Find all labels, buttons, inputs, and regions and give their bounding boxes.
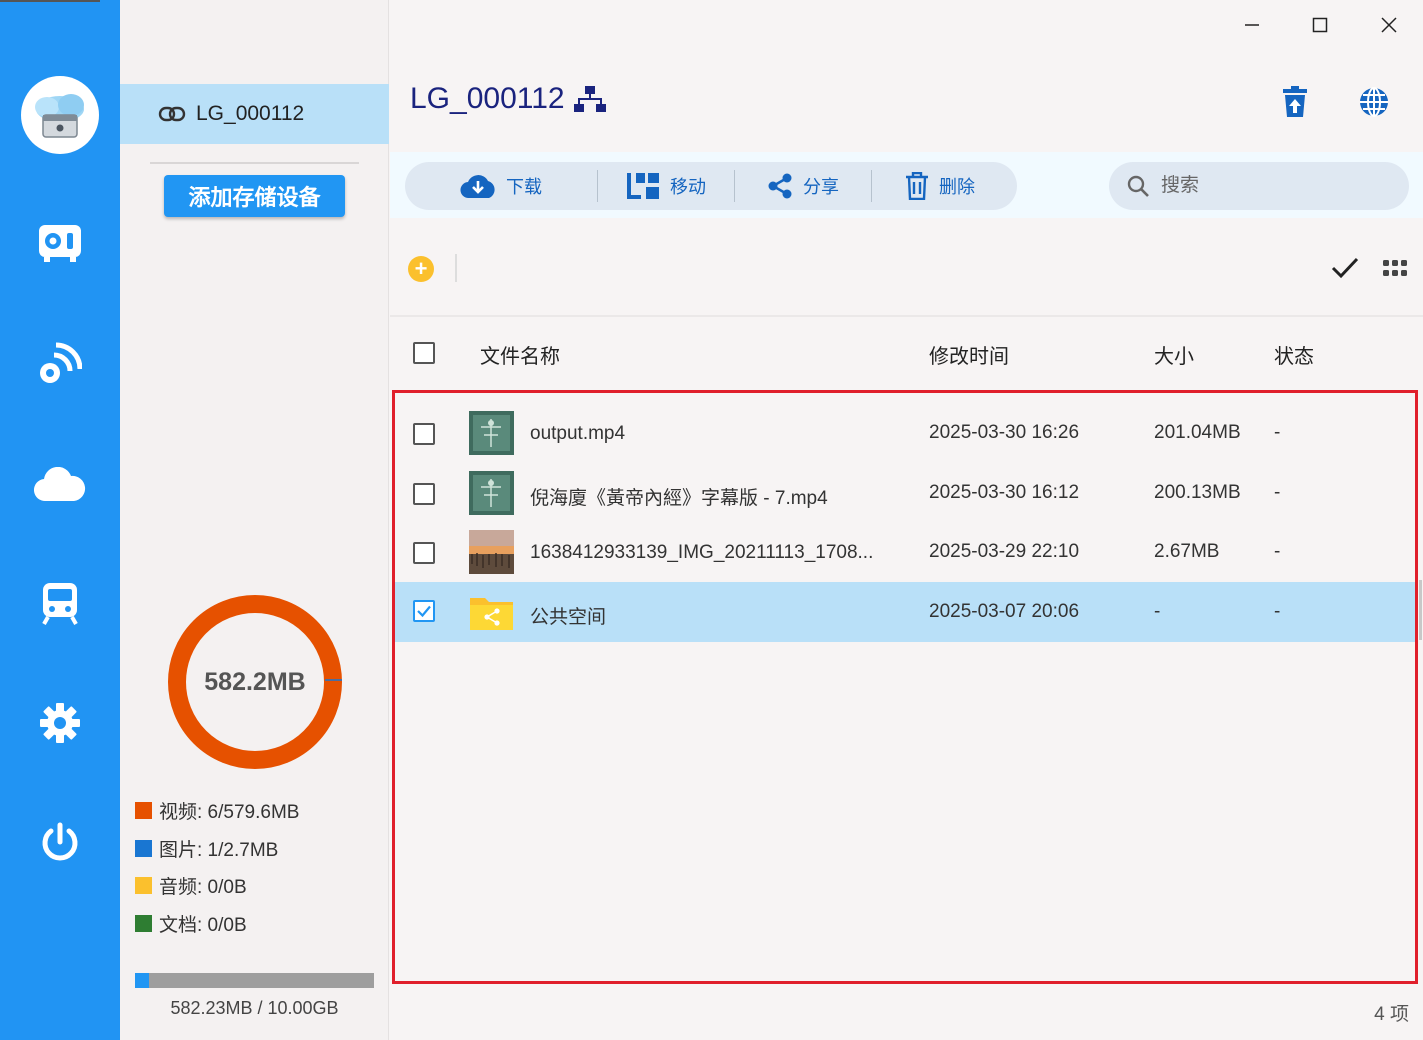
add-storage-device-button[interactable]: 添加存储设备 xyxy=(164,175,345,217)
move-button[interactable]: 移动 xyxy=(598,162,734,210)
action-separator xyxy=(455,254,457,282)
file-modified: 2025-03-30 16:12 xyxy=(929,482,1080,503)
grid-view-icon[interactable] xyxy=(1382,258,1408,278)
globe-icon[interactable] xyxy=(1356,84,1392,120)
video-thumbnail xyxy=(469,471,514,515)
trash-icon xyxy=(906,172,928,200)
file-row[interactable]: output.mp4 2025-03-30 16:26 201.04MB - xyxy=(395,403,1415,463)
select-all-checkbox[interactable] xyxy=(413,342,435,364)
file-name: 公共空间 xyxy=(530,607,607,628)
donut-total-label: 582.2MB xyxy=(204,667,306,696)
move-icon xyxy=(627,173,659,199)
file-status: - xyxy=(1274,541,1281,562)
column-size[interactable]: 大小 xyxy=(1154,340,1194,369)
column-status[interactable]: 状态 xyxy=(1274,340,1314,369)
file-status: - xyxy=(1274,482,1281,503)
column-name[interactable]: 文件名称 xyxy=(480,340,560,369)
storage-usage-text: 582.23MB / 10.00GB xyxy=(170,998,339,1018)
file-modified: 2025-03-07 20:06 xyxy=(929,601,1080,622)
row-checkbox-checked[interactable] xyxy=(413,600,435,622)
file-status: - xyxy=(1274,422,1281,443)
shared-folder-icon xyxy=(470,598,513,630)
legend-swatch xyxy=(135,802,152,819)
file-modified: 2025-03-29 22:10 xyxy=(929,541,1080,562)
image-thumbnail xyxy=(469,530,514,574)
power-icon[interactable] xyxy=(30,813,90,873)
move-label: 移动 xyxy=(670,177,706,197)
device-item-label: LG_000112 xyxy=(196,102,305,125)
item-count: 4 项 xyxy=(1374,1004,1409,1025)
download-label: 下载 xyxy=(506,177,542,197)
device-item[interactable]: LG_000112 xyxy=(120,84,389,144)
legend-text: 图片: 1/2.7MB xyxy=(159,840,279,861)
file-name: output.mp4 xyxy=(530,423,626,444)
share-button[interactable]: 分享 xyxy=(735,162,871,210)
main-panel: LG_000112 下载 移动 分享 删除 搜索 + 文件名称 修改时间 大小 … xyxy=(390,0,1423,1040)
legend-text: 文档: 0/0B xyxy=(159,915,247,936)
share-label: 分享 xyxy=(803,177,839,197)
legend-text: 视频: 6/579.6MB xyxy=(159,802,300,823)
legend-swatch xyxy=(135,915,152,932)
legend-swatch xyxy=(135,840,152,857)
file-modified: 2025-03-30 16:26 xyxy=(929,422,1080,443)
search-box xyxy=(1109,162,1409,210)
column-modified[interactable]: 修改时间 xyxy=(929,340,1009,369)
maximize-icon[interactable] xyxy=(1300,10,1340,40)
link-icon xyxy=(158,106,186,122)
file-status: - xyxy=(1274,601,1281,622)
remote-access-icon[interactable] xyxy=(30,333,90,393)
page-title: LG_000112 xyxy=(410,82,607,116)
file-size: - xyxy=(1154,601,1161,622)
row-checkbox[interactable] xyxy=(413,483,435,505)
file-size: 200.13MB xyxy=(1154,482,1241,503)
device-sidebar: LG_000112 添加存储设备 582.2MB 视频: 6/579.6MB 图… xyxy=(120,0,389,1040)
cloud-storage-logo xyxy=(21,76,99,154)
cloud-download-icon xyxy=(460,175,495,199)
file-name: 倪海廈《黃帝內經》字幕版 - 7.mp4 xyxy=(530,488,828,509)
sidebar-divider xyxy=(150,162,359,164)
file-name: 1638412933139_IMG_20211113_1708... xyxy=(530,542,874,563)
legend-text: 音频: 0/0B xyxy=(159,877,247,898)
recycle-bin-upload-icon[interactable] xyxy=(1277,84,1313,120)
nas-drive-icon[interactable] xyxy=(30,213,90,273)
file-row[interactable]: 倪海廈《黃帝內經》字幕版 - 7.mp4 2025-03-30 16:12 20… xyxy=(395,463,1415,523)
legend-document: 文档: 0/0B xyxy=(135,910,247,937)
file-size: 2.67MB xyxy=(1154,541,1220,562)
close-icon[interactable] xyxy=(1369,10,1409,40)
legend-video: 视频: 6/579.6MB xyxy=(135,797,299,824)
download-button[interactable]: 下载 xyxy=(405,162,597,210)
action-toolbar: 下载 移动 分享 删除 xyxy=(405,162,1017,210)
cloud-icon[interactable] xyxy=(30,455,90,515)
page-title-text: LG_000112 xyxy=(410,82,565,115)
legend-image: 图片: 1/2.7MB xyxy=(135,835,278,862)
storage-usage-fill xyxy=(135,973,149,988)
list-scrollbar[interactable] xyxy=(1419,580,1422,640)
search-icon xyxy=(1127,175,1149,197)
legend-swatch xyxy=(135,877,152,894)
file-row-selected[interactable]: 公共空间 2025-03-07 20:06 - - xyxy=(395,582,1415,642)
add-item-icon[interactable]: + xyxy=(408,256,434,282)
row-checkbox[interactable] xyxy=(413,542,435,564)
file-row[interactable]: 1638412933139_IMG_20211113_1708... 2025-… xyxy=(395,522,1415,582)
row-checkbox[interactable] xyxy=(413,423,435,445)
train-icon[interactable] xyxy=(30,573,90,633)
network-icon xyxy=(573,86,606,112)
settings-gear-icon[interactable] xyxy=(30,693,90,753)
select-mode-check-icon[interactable] xyxy=(1330,254,1360,282)
storage-usage-bar xyxy=(135,973,374,988)
video-thumbnail xyxy=(469,411,514,455)
toolbar-divider xyxy=(390,315,1423,317)
share-icon xyxy=(768,173,792,199)
delete-label: 删除 xyxy=(939,177,975,197)
nav-rail xyxy=(0,0,120,1040)
rail-top-line xyxy=(0,0,100,2)
legend-audio: 音频: 0/0B xyxy=(135,872,247,899)
file-table-header: 文件名称 修改时间 大小 状态 xyxy=(390,330,1423,376)
search-input[interactable] xyxy=(1161,175,1381,197)
file-size: 201.04MB xyxy=(1154,422,1241,443)
delete-button[interactable]: 删除 xyxy=(872,162,1008,210)
minimize-icon[interactable] xyxy=(1232,10,1272,40)
checkmark-icon xyxy=(417,605,431,618)
